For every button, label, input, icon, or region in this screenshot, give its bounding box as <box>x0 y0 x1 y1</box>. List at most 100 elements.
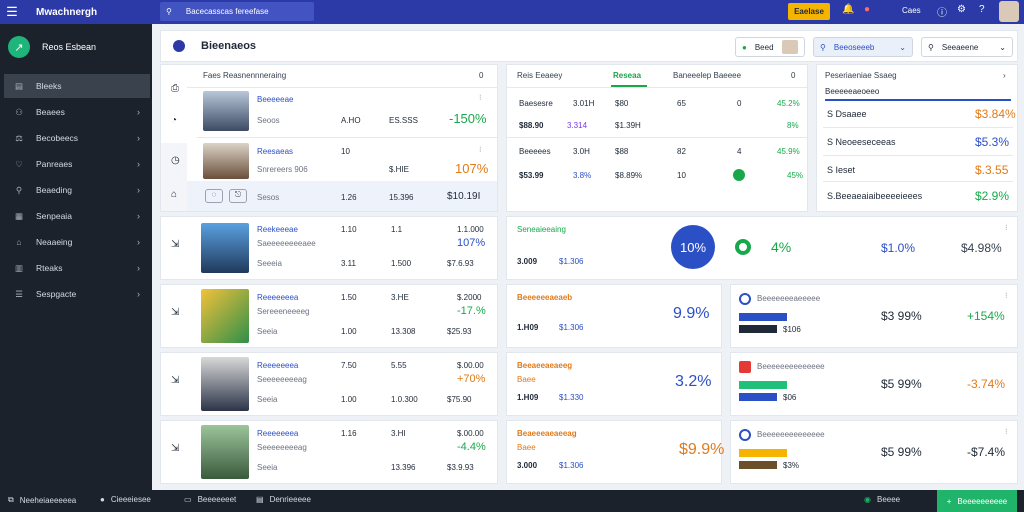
expand-icon[interactable]: ⇲ <box>171 443 179 454</box>
home-icon[interactable]: ⌂ <box>171 189 177 200</box>
more-icon[interactable]: ⁝ <box>1005 291 1008 300</box>
help-icon[interactable]: ? <box>979 4 985 15</box>
search-input[interactable]: ⚲ Bacecasscas fereefase <box>160 2 314 21</box>
sidebar-item[interactable]: ⚖ Becobeecs › <box>4 126 150 150</box>
sidebar-item[interactable]: ▥ Rteaks › <box>4 256 150 280</box>
search-input[interactable]: ⚲ Seeaeene ⌄ <box>921 37 1013 57</box>
sidebar-item[interactable]: ⚇ Beaees › <box>4 100 150 124</box>
row-title[interactable]: Beeeeeae <box>257 95 293 104</box>
sidebar-item[interactable]: ☰ Sespgacte › <box>4 282 150 306</box>
thumbnail <box>203 143 249 179</box>
cell: $80 <box>615 99 629 108</box>
chat-icon[interactable]: ◌ <box>205 189 223 203</box>
row-title[interactable]: Reesaeas <box>257 147 293 156</box>
plus-icon: + <box>946 496 952 506</box>
progress-bar <box>739 393 777 401</box>
cell: 45% <box>787 171 804 180</box>
mini-card: Beeeeeeeaeeeee $106 $3 99% +154% ⁝ <box>730 284 1018 348</box>
list-item[interactable]: S Neoeeseceeas <box>827 137 896 147</box>
feed-c1: 1.16 <box>341 429 357 438</box>
expand-icon[interactable]: ⇲ <box>171 239 179 250</box>
sidebar-item-label: Beaees <box>36 107 65 117</box>
notification-icon[interactable]: ● <box>864 4 870 15</box>
list-item[interactable]: S.Beeaeaiaibeeeeieees <box>827 191 922 201</box>
feed-card[interactable]: ⇲ Reeeeeeea Seeeeeeeeag Seeia 1.16 3.HI … <box>160 420 498 484</box>
list-item[interactable]: S Dsaaee <box>827 109 867 119</box>
bell-icon[interactable]: 🔔 <box>842 4 854 15</box>
feed-c1b: 1.00 <box>341 395 357 404</box>
tab-active[interactable]: Reseaa <box>613 71 641 80</box>
avatar[interactable] <box>999 1 1019 22</box>
cell: $53.99 <box>519 171 544 180</box>
sidebar-item[interactable]: ⚲ Beaeding › <box>4 178 150 202</box>
search-placeholder: Seeaeene <box>941 42 979 52</box>
stat-card: Beeaeeaeaeeg Baee 1.H09 $1.330 3.2% <box>506 352 722 416</box>
profile-icon <box>739 293 751 305</box>
bottom-item[interactable]: ▤ Denrieeeee <box>256 495 311 504</box>
progress-bar <box>739 313 787 321</box>
row-sub: Snrereers 906 <box>257 165 308 174</box>
chevron-right-icon: › <box>137 185 140 195</box>
filter-select[interactable]: ⚲ Beeoseeeb ⌄ <box>813 37 913 57</box>
expand-icon[interactable]: ⇲ <box>171 375 179 386</box>
bookmark-icon[interactable]: ⎙ <box>171 83 179 94</box>
mini-v1: $5 99% <box>881 377 922 391</box>
sidebar-item[interactable]: ⌂ Neaaeing › <box>4 230 150 254</box>
sidebar-item[interactable]: ♡ Panreaes › <box>4 152 150 176</box>
bottom-item-label: Cieeeiesee <box>110 495 151 504</box>
feed-card[interactable]: ⇲ Reeeeeeea Sereeeneeeeg Seeia 1.50 3.HE… <box>160 284 498 348</box>
feed-top: 1.1.000 <box>457 225 484 234</box>
stat-circle: 10% <box>671 225 715 269</box>
info-icon[interactable]: ⓘ <box>937 4 947 19</box>
list-item[interactable]: Beeeeeaeoeeo <box>825 87 1011 101</box>
feed-title[interactable]: Reeeeeeea <box>257 429 298 438</box>
settings-icon[interactable]: ⚙ <box>957 4 966 15</box>
sidebar-item-label: Beaeding <box>36 185 72 195</box>
sidebar-item[interactable]: ▦ Senpeaia › <box>4 204 150 228</box>
stat-big: 9.9% <box>673 305 710 322</box>
share-icon[interactable]: ⎋ <box>229 189 247 203</box>
divider <box>507 137 807 138</box>
divider <box>187 87 497 88</box>
feed-c2b: 13.396 <box>391 463 416 472</box>
chevron-right-icon: › <box>137 263 140 273</box>
chevron-right-icon: › <box>137 289 140 299</box>
mini-label: Beeeeeeeeeeeeee <box>757 362 825 371</box>
stat-sub: Baee <box>517 375 536 384</box>
clock-icon[interactable]: ◷ <box>171 155 180 166</box>
feed-card[interactable]: ⇲ Reekeeeae Saeeeeeeeeaee Seeeia 1.10 1.… <box>160 216 498 280</box>
status-pill[interactable]: Eaelase <box>788 3 830 20</box>
feed-title[interactable]: Reekeeeae <box>257 225 298 234</box>
brand-logo-icon: ↗ <box>8 36 30 58</box>
top-link[interactable]: Caes <box>902 6 921 15</box>
feed-title[interactable]: Reeeeeeea <box>257 293 298 302</box>
divider <box>197 137 497 138</box>
bell-icon[interactable]: ◔ <box>171 115 177 126</box>
expand-icon[interactable]: ⇲ <box>171 307 179 318</box>
bottom-item[interactable]: ◉ Beeee <box>864 495 900 504</box>
chevron-down-icon: ⌄ <box>899 42 906 52</box>
cell: 3.0H <box>573 147 590 156</box>
user-select[interactable]: ● Beed <box>735 37 805 57</box>
cell: $1.39H <box>615 121 641 130</box>
row-value: -150% <box>449 111 487 126</box>
more-icon[interactable]: ⁝ <box>1005 223 1008 232</box>
bottom-item[interactable]: ⧉ Neeheiaeeeeea <box>8 495 76 505</box>
list-item[interactable]: S Ieset <box>827 165 855 175</box>
more-icon[interactable]: ⁝ <box>479 93 482 102</box>
feed-title[interactable]: Reeeeeeea <box>257 361 298 370</box>
more-icon[interactable]: ⁝ <box>1005 427 1008 436</box>
book-icon: ▤ <box>14 80 24 91</box>
sidebar-item[interactable]: ▤ Bleeks <box>4 74 150 98</box>
chevron-right-icon[interactable]: › <box>1003 71 1006 80</box>
bottom-item[interactable]: ● Cieeeiesee <box>100 495 151 504</box>
more-icon[interactable]: ⁝ <box>479 145 482 154</box>
stat-v1: $1.0% <box>881 241 916 255</box>
cell: 82 <box>677 147 686 156</box>
cell: 8% <box>787 121 799 130</box>
menu-icon[interactable]: ☰ <box>0 0 24 24</box>
bottom-item[interactable]: ▭ Beeeeeeet <box>184 495 236 504</box>
avatar <box>781 40 798 54</box>
primary-action-button[interactable]: + Beeeeeeeeee <box>937 490 1017 512</box>
feed-card[interactable]: ⇲ Reeeeeeea Seeeeeeeeag Seeia 7.50 5.55 … <box>160 352 498 416</box>
